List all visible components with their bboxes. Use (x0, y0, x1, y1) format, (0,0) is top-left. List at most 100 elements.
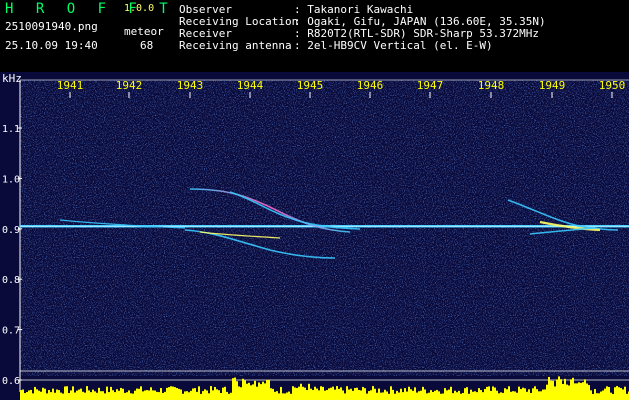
activity-bar (174, 387, 176, 400)
activity-bar (232, 378, 234, 400)
activity-bar (356, 387, 358, 400)
activity-bar (456, 392, 458, 400)
activity-bar (450, 386, 452, 400)
activity-bar (280, 386, 282, 400)
activity-bar (620, 387, 622, 400)
activity-bar (260, 384, 262, 400)
activity-bar (442, 393, 444, 400)
activity-bar (92, 389, 94, 400)
activity-bar (548, 376, 550, 400)
activity-bar (40, 391, 42, 400)
activity-bar (364, 388, 366, 400)
activity-bar (228, 393, 230, 400)
activity-bar (196, 391, 198, 400)
activity-bar (594, 389, 596, 400)
activity-bar (182, 393, 184, 400)
activity-bar (608, 387, 610, 400)
activity-bar (238, 386, 240, 400)
x-tick-label: 1942 (116, 79, 143, 92)
activity-bar (406, 391, 408, 400)
activity-bar (300, 383, 302, 400)
activity-bar (82, 391, 84, 400)
activity-bar (168, 387, 170, 400)
activity-bar (464, 388, 466, 400)
activity-bar (30, 389, 32, 400)
activity-bar (248, 382, 250, 400)
activity-bar (114, 392, 116, 400)
activity-bar (180, 389, 182, 400)
activity-bar (330, 387, 332, 400)
activity-bar (352, 390, 354, 400)
activity-bar (206, 390, 208, 400)
activity-bar (242, 378, 244, 400)
x-tick-label: 1943 (177, 79, 204, 92)
activity-bar (190, 390, 192, 400)
activity-bar (94, 391, 96, 400)
activity-bar (90, 392, 92, 400)
activity-bar (332, 386, 334, 400)
activity-bar (288, 391, 290, 400)
activity-bar (306, 390, 308, 400)
activity-bar (146, 390, 148, 400)
activity-bar (412, 390, 414, 400)
activity-bar (622, 389, 624, 400)
activity-bar (562, 383, 564, 400)
x-tick-label: 1946 (357, 79, 384, 92)
activity-bar (428, 392, 430, 400)
activity-bar (266, 379, 268, 400)
activity-bar (432, 391, 434, 400)
activity-bar (284, 393, 286, 400)
activity-bar (204, 389, 206, 400)
activity-bar (394, 393, 396, 400)
activity-bar (160, 388, 162, 400)
activity-bar (520, 389, 522, 400)
spectrogram-canvas: kHz 1.1 1.0 0.9 0.8 0.7 0.6 1941 1942 1943 1944 194… (0, 72, 629, 400)
activity-bar (38, 390, 40, 400)
activity-bar (142, 391, 144, 400)
activity-bar (372, 386, 374, 400)
activity-bar (112, 390, 114, 400)
activity-bar (122, 388, 124, 400)
activity-bar (208, 393, 210, 400)
activity-bar (286, 392, 288, 400)
activity-bar (116, 389, 118, 400)
activity-bar (144, 390, 146, 400)
activity-bar (344, 393, 346, 400)
activity-bar (326, 390, 328, 400)
activity-bar (560, 379, 562, 400)
activity-bar (136, 388, 138, 400)
activity-bar (110, 386, 112, 400)
activity-bar (252, 384, 254, 400)
activity-bar (588, 385, 590, 400)
activity-bar (132, 393, 134, 400)
activity-bar (108, 392, 110, 400)
activity-bar (592, 393, 594, 400)
activity-bar (274, 391, 276, 400)
activity-bar (486, 386, 488, 400)
activity-bar (214, 387, 216, 400)
activity-bar (596, 393, 598, 400)
activity-bar (338, 388, 340, 400)
spectrogram-panel: kHz 1.1 1.0 0.9 0.8 0.7 0.6 1941 1942 1943 1944 194… (0, 72, 629, 400)
activity-bar (414, 387, 416, 400)
activity-bar (32, 393, 34, 400)
activity-bar (462, 392, 464, 400)
activity-bar (574, 383, 576, 400)
activity-bar (298, 386, 300, 400)
activity-bar (226, 391, 228, 400)
activity-bar (170, 386, 172, 400)
activity-bar (618, 387, 620, 400)
activity-bar (554, 386, 556, 400)
activity-bar (222, 387, 224, 400)
activity-bar (468, 393, 470, 400)
activity-bar (390, 386, 392, 400)
activity-bar (236, 381, 238, 400)
x-tick-label: 1948 (478, 79, 505, 92)
activity-bar (398, 392, 400, 400)
activity-bar (342, 390, 344, 400)
activity-bar (62, 393, 64, 400)
activity-bar (350, 388, 352, 400)
activity-bar (514, 391, 516, 400)
x-tick-label: 1941 (57, 79, 84, 92)
x-tick-label: 1949 (539, 79, 566, 92)
